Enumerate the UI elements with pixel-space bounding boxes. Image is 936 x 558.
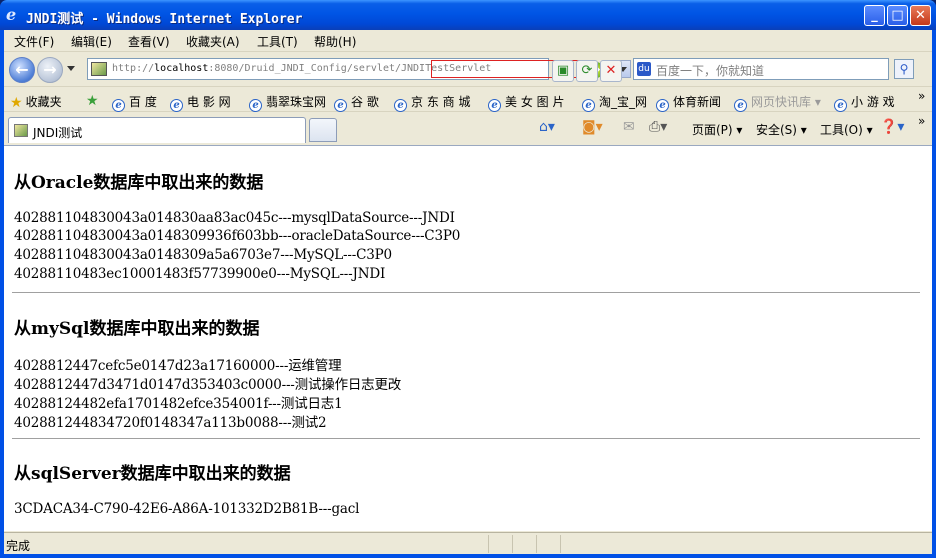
feeds-icon[interactable]: ◙▾ bbox=[582, 119, 603, 135]
safety-menu[interactable]: 安全(S) ▾ bbox=[756, 121, 807, 138]
fav-link[interactable]: e谷 歌 bbox=[334, 93, 379, 112]
data-row: 4028812447d3471d0147d353403c0000---测试操作日… bbox=[14, 377, 402, 393]
recent-pages-dropdown[interactable] bbox=[67, 66, 75, 71]
section-heading-mysql: 从mySql数据库中取出来的数据 bbox=[14, 319, 260, 339]
data-row: 402881104830043a014830aa83ac045c---mysql… bbox=[14, 210, 455, 226]
menu-file[interactable]: 文件(F) bbox=[14, 33, 54, 50]
close-button[interactable]: ✕ bbox=[910, 5, 931, 26]
refresh-button[interactable]: ⟳ bbox=[576, 60, 598, 82]
back-arrow-icon: ← bbox=[15, 60, 29, 79]
status-divider bbox=[536, 535, 537, 553]
link-icon: e bbox=[656, 99, 669, 112]
link-icon: e bbox=[112, 99, 125, 112]
search-input[interactable]: du 百度一下，你就知道 bbox=[633, 58, 889, 80]
fav-link[interactable]: e小 游 戏 bbox=[834, 93, 895, 112]
mail-icon[interactable]: ✉ bbox=[623, 119, 635, 135]
window-title: JNDI测试 - Windows Internet Explorer bbox=[26, 12, 303, 27]
fav-link[interactable]: e 淘_宝_网 bbox=[582, 93, 647, 112]
tools-menu[interactable]: 工具(O) ▾ bbox=[820, 121, 873, 138]
minimize-button[interactable]: _ bbox=[864, 5, 885, 26]
section-heading-oracle: 从Oracle数据库中取出来的数据 bbox=[14, 173, 264, 193]
status-bar: 完成 bbox=[4, 532, 932, 554]
browser-client: 文件(F) 编辑(E) 查看(V) 收藏夹(A) 工具(T) 帮助(H) ← →… bbox=[4, 30, 932, 554]
link-icon: e bbox=[834, 99, 847, 112]
fav-link[interactable]: e美 女 图 片 bbox=[488, 93, 564, 112]
baidu-logo-icon: du bbox=[637, 62, 651, 76]
add-favorite-button[interactable]: ★ bbox=[86, 93, 102, 109]
data-row: 4028812447cefc5e0147d23a17160000---运维管理 bbox=[14, 358, 342, 374]
fav-link[interactable]: e 体育新闻 bbox=[656, 93, 721, 112]
status-text: 完成 bbox=[6, 539, 31, 553]
stop-icon: ✕ bbox=[605, 63, 617, 78]
menu-help[interactable]: 帮助(H) bbox=[314, 33, 356, 50]
menu-tools[interactable]: 工具(T) bbox=[257, 33, 298, 50]
fav-link[interactable]: e百 度 bbox=[112, 93, 157, 112]
section-divider bbox=[12, 438, 920, 439]
ie-logo-icon: e bbox=[6, 5, 17, 24]
favorites-button[interactable]: ★ 收藏夹 bbox=[10, 93, 62, 111]
favorites-bar: ★ 收藏夹 ★ e百 度 e电 影 网 e 翡翠珠宝网 e谷 歌 e京 东 商 城 … bbox=[4, 88, 932, 112]
stop-button[interactable]: ✕ bbox=[600, 60, 622, 82]
fav-link[interactable]: e 翡翠珠宝网 bbox=[249, 93, 326, 112]
link-icon: e bbox=[249, 99, 262, 112]
tab-current[interactable]: JNDI测试 bbox=[8, 117, 306, 143]
data-row: 402881244834720f0148347a113b0088---测试2 bbox=[14, 415, 327, 431]
menu-edit[interactable]: 编辑(E) bbox=[71, 33, 112, 50]
link-icon: e bbox=[170, 99, 183, 112]
link-icon: e bbox=[582, 99, 595, 112]
search-button[interactable]: ⚲ bbox=[894, 59, 914, 79]
forward-button[interactable]: → bbox=[37, 57, 63, 83]
link-icon: e bbox=[488, 99, 501, 112]
compatibility-view-button[interactable]: ▣ bbox=[552, 60, 574, 82]
print-icon[interactable]: ⎙▾ bbox=[649, 119, 667, 135]
refresh-icon: ⟳ bbox=[581, 63, 593, 78]
data-row: 402881104830043a0148309a5a6703e7---MySQL… bbox=[14, 247, 392, 263]
more-favorites-chevron-icon[interactable]: » bbox=[918, 89, 925, 103]
section-divider bbox=[12, 292, 920, 293]
status-divider bbox=[512, 535, 513, 553]
link-icon: e bbox=[734, 99, 747, 112]
tab-title: JNDI测试 bbox=[33, 126, 83, 140]
address-toolbar: ← → http://localhost:8080/Druid_JNDI_Con… bbox=[4, 53, 932, 87]
maximize-icon: □ bbox=[891, 8, 904, 23]
link-icon: e bbox=[394, 99, 407, 112]
menu-view[interactable]: 查看(V) bbox=[128, 33, 170, 50]
minimize-icon: _ bbox=[871, 8, 878, 23]
page-icon bbox=[14, 124, 28, 137]
maximize-button[interactable]: □ bbox=[887, 5, 908, 26]
add-favorite-icon: ★ bbox=[86, 93, 99, 109]
search-icon: ⚲ bbox=[899, 62, 909, 76]
favorites-star-icon: ★ bbox=[10, 95, 23, 111]
fav-link[interactable]: e电 影 网 bbox=[170, 93, 231, 112]
web-slice-gallery[interactable]: e 网页快讯库 ▾ bbox=[734, 93, 821, 112]
new-tab-button[interactable] bbox=[309, 118, 337, 142]
address-field[interactable]: http://localhost:8080/Druid_JNDI_Config/… bbox=[87, 58, 631, 80]
page-content: 从Oracle数据库中取出来的数据 402881104830043a014830… bbox=[4, 145, 932, 531]
more-commands-chevron-icon[interactable]: » bbox=[918, 114, 925, 128]
search-placeholder: 百度一下，你就知道 bbox=[656, 64, 765, 78]
page-icon bbox=[91, 62, 107, 76]
data-row: 3CDACA34-C790-42E6-A86A-101332D2B81B---g… bbox=[14, 501, 360, 517]
data-row: 402881104830043a0148309936f603bb---oracl… bbox=[14, 228, 461, 244]
back-button[interactable]: ← bbox=[9, 57, 35, 83]
forward-arrow-icon: → bbox=[43, 60, 57, 79]
close-icon: ✕ bbox=[915, 8, 926, 23]
link-icon: e bbox=[334, 99, 347, 112]
help-icon[interactable]: ❓▾ bbox=[880, 119, 904, 135]
ie-window: e JNDI测试 - Windows Internet Explorer _ □… bbox=[0, 0, 936, 558]
section-heading-sqlserver: 从sqlServer数据库中取出来的数据 bbox=[14, 464, 291, 484]
content-scroll-edge bbox=[926, 146, 932, 531]
status-divider bbox=[560, 535, 561, 553]
menu-bar: 文件(F) 编辑(E) 查看(V) 收藏夹(A) 工具(T) 帮助(H) bbox=[4, 30, 932, 52]
page-menu[interactable]: 页面(P) ▾ bbox=[692, 121, 742, 138]
fav-link[interactable]: e京 东 商 城 bbox=[394, 93, 470, 112]
tab-bar: JNDI测试 ⌂▾ ◙▾ ✉ ⎙▾ 页面(P) ▾ 安全(S) ▾ 工具(O) … bbox=[4, 113, 932, 143]
compat-icon: ▣ bbox=[556, 63, 570, 78]
status-divider bbox=[488, 535, 489, 553]
home-icon[interactable]: ⌂▾ bbox=[539, 119, 555, 135]
data-row: 40288124482efa1701482efce354001f---测试日志1 bbox=[14, 396, 343, 412]
title-bar[interactable]: e JNDI测试 - Windows Internet Explorer _ □… bbox=[0, 0, 936, 30]
menu-favorites[interactable]: 收藏夹(A) bbox=[186, 33, 240, 50]
data-row: 40288110483ec10001483f57739900e0---MySQL… bbox=[14, 266, 386, 282]
